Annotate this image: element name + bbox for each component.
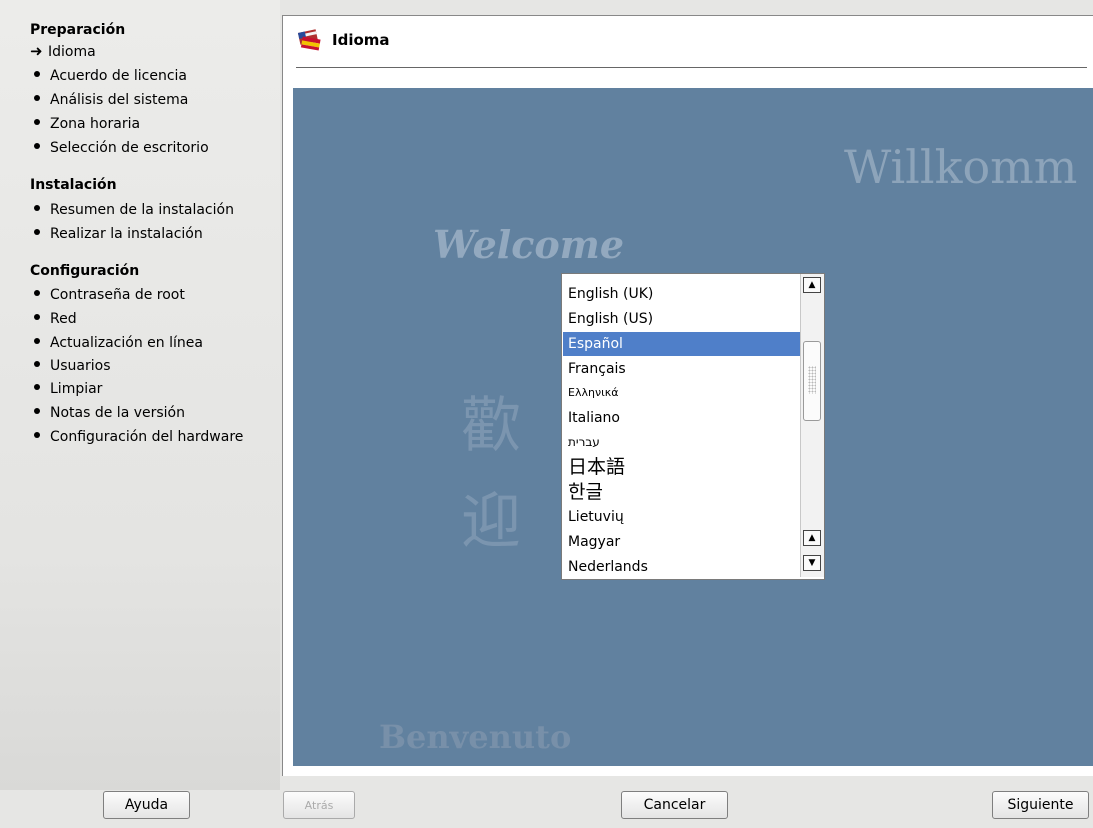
step-limpiar: Limpiar [34,381,102,397]
scroll-up-button[interactable]: ▲ [803,277,821,293]
page-title: Idioma [332,31,390,49]
step-label: Realizar la instalación [50,226,203,242]
arrow-down-icon: ▼ [808,557,816,568]
bullet-icon [34,143,40,149]
bullet-icon [34,290,40,296]
step-notas-version: Notas de la versión [34,405,185,421]
language-listbox[interactable]: English (UK) English (US) Español França… [561,273,825,580]
step-zona-horaria: Zona horaria [34,116,140,132]
bullet-icon [34,95,40,101]
arrow-up-icon: ▲ [808,279,816,290]
step-configuracion-hardware: Configuración del hardware [34,429,243,445]
language-option[interactable]: Lietuvių [563,505,804,529]
bullet-icon [34,119,40,125]
background-word-kanji: 歡 迎 [461,391,521,557]
step-label: Limpiar [50,381,103,397]
background-word-willkommen: Willkomm [844,140,1078,194]
current-step-arrow-icon: ➜ [30,42,43,60]
step-resumen-instalacion: Resumen de la instalación [34,202,234,218]
step-label: Resumen de la instalación [50,202,234,218]
bullet-icon [34,408,40,414]
step-usuarios: Usuarios [34,358,111,374]
title-separator [296,67,1087,68]
step-realizar-instalacion: Realizar la instalación [34,226,203,242]
bullet-icon [34,432,40,438]
bullet-icon [34,384,40,390]
bullet-icon [34,229,40,235]
step-seleccion-escritorio: Selección de escritorio [34,140,209,156]
language-option[interactable]: English (UK) [563,282,804,306]
language-option[interactable]: Français [563,357,804,381]
language-option[interactable]: Italiano [563,406,804,430]
step-label: Configuración del hardware [50,429,244,445]
step-idioma-current: ➜ Idioma [30,42,96,61]
language-option[interactable]: Nederlands [563,555,804,579]
step-label: Análisis del sistema [50,92,189,108]
step-red: Red [34,311,77,327]
bullet-icon [34,314,40,320]
section-title-configuracion: Configuración [30,263,140,279]
language-option[interactable]: 日本語 [563,455,804,479]
section-title-instalacion: Instalación [30,177,117,193]
bullet-icon [34,71,40,77]
step-label: Red [50,311,77,327]
step-label: Usuarios [50,358,111,374]
installation-steps-sidebar: Preparación ➜ Idioma Acuerdo de licencia … [0,0,280,790]
next-button[interactable]: Siguiente [992,791,1089,819]
language-option[interactable]: Ελληνικά [563,381,804,405]
background-word-benvenuto: Benvenuto [379,718,572,756]
scrollbar-thumb[interactable] [803,341,821,421]
language-option[interactable]: Magyar [563,530,804,554]
step-contrasena-root: Contraseña de root [34,287,185,303]
bullet-icon [34,361,40,367]
language-option-selected[interactable]: Español [563,332,804,356]
step-label: Selección de escritorio [50,140,209,156]
bullet-icon [34,338,40,344]
scroll-down-button[interactable]: ▼ [803,555,821,571]
step-label: Notas de la versión [50,405,185,421]
language-list-scrollbar[interactable]: ▲ ▲ ▼ [800,274,824,577]
step-acuerdo-licencia: Acuerdo de licencia [34,68,187,84]
arrow-up-icon: ▲ [808,532,816,543]
background-word-welcome: Welcome [433,222,625,267]
step-label: Actualización en línea [50,335,203,351]
scroll-up-button-bottom[interactable]: ▲ [803,530,821,546]
grip-icon [808,366,816,394]
back-button[interactable]: Atrás [283,791,355,819]
bullet-icon [34,205,40,211]
language-option[interactable]: English (US) [563,307,804,331]
page-title-row: Idioma [296,26,390,54]
language-option[interactable]: עברית [563,430,804,454]
step-label: Contraseña de root [50,287,185,303]
step-actualizacion-linea: Actualización en línea [34,335,203,351]
step-analisis-sistema: Análisis del sistema [34,92,188,108]
step-label: Idioma [48,44,96,60]
section-title-preparacion: Preparación [30,22,126,38]
step-label: Zona horaria [50,116,141,132]
flags-icon [297,29,321,51]
language-option[interactable]: 한글 [563,480,804,504]
step-label: Acuerdo de licencia [50,68,188,84]
cancel-button[interactable]: Cancelar [621,791,728,819]
help-button[interactable]: Ayuda [103,791,190,819]
